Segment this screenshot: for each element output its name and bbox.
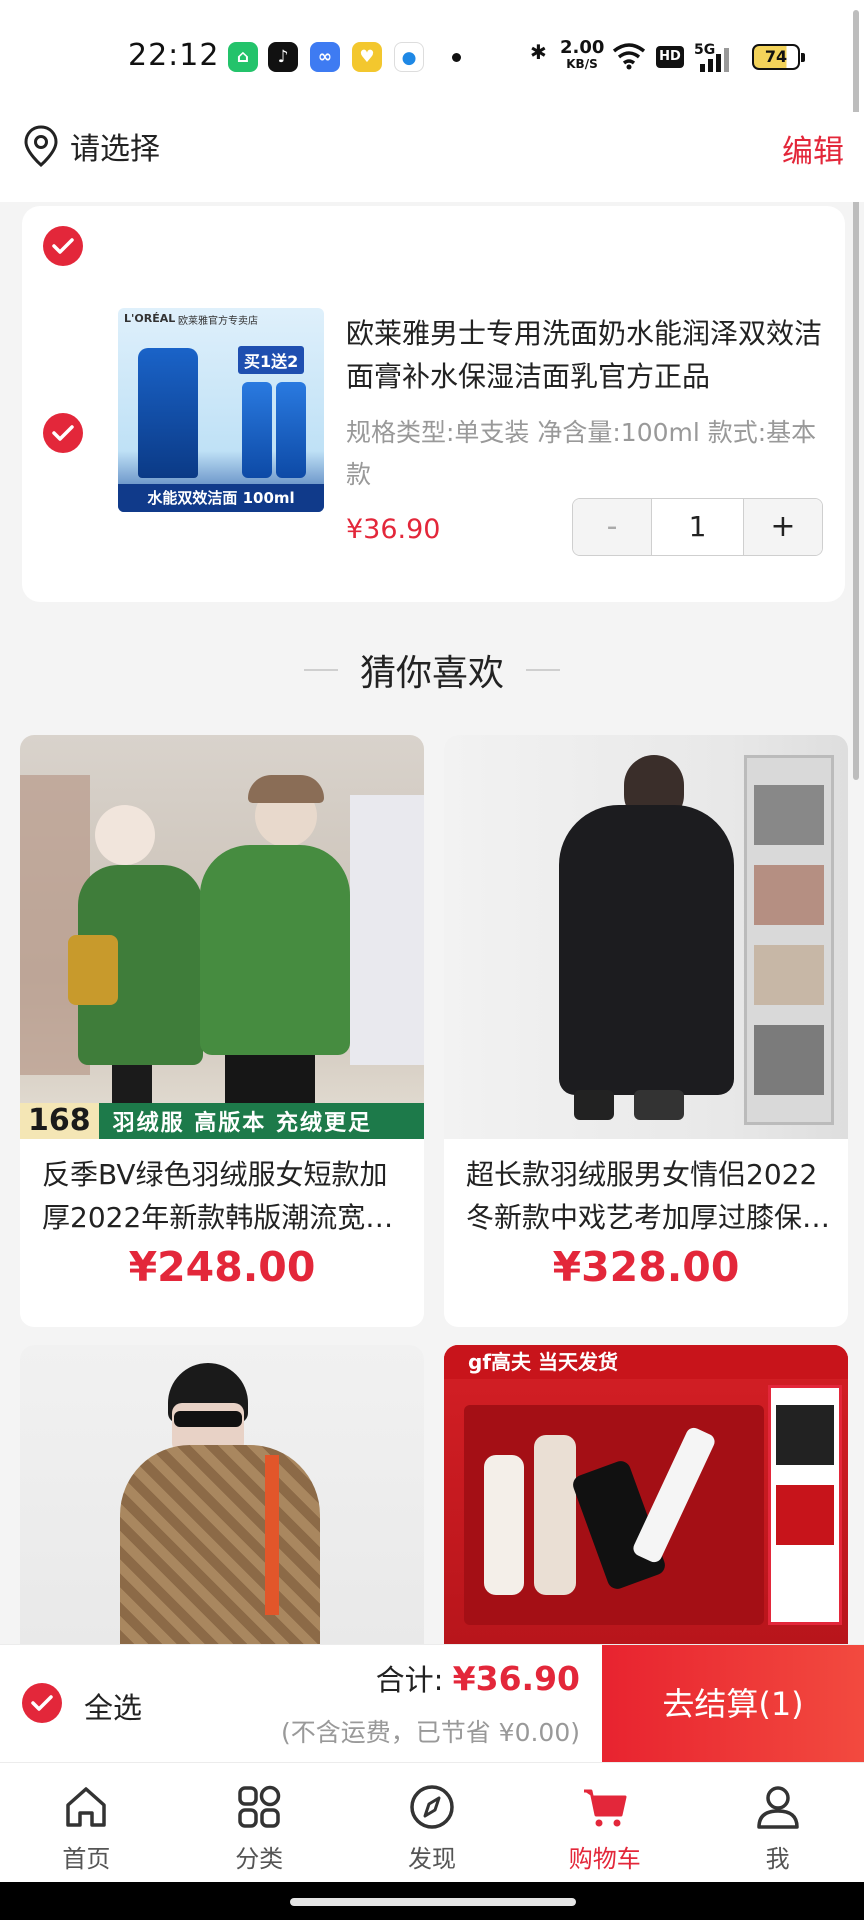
total-label: 合计: [375, 1663, 444, 1697]
check-icon [52, 425, 74, 441]
product-image[interactable]: L'ORÉAL 欧莱雅官方专卖店 买1送2 水能双效洁面 100ml [118, 308, 324, 512]
product-tube-small [242, 382, 272, 478]
select-all-checkbox[interactable] [22, 1683, 62, 1723]
total-amount: ¥36.90 [452, 1659, 580, 1698]
top-header: 请选择 编辑 [0, 112, 864, 202]
check-icon [31, 1695, 53, 1711]
hd-icon: HD [656, 46, 684, 68]
product-image-brand: L'ORÉAL [124, 312, 176, 325]
tab-label: 首页 [62, 1845, 111, 1873]
recommendation-image[interactable] [20, 1345, 424, 1644]
total-line: 合计: ¥36.90 [376, 1657, 580, 1699]
recommendation-card[interactable]: 168 羽绒服 高版本 充绒更足 反季BV绿色羽绒服女短款加厚2022年新款韩版… [20, 735, 424, 1327]
tiktok-icon: ♪ [268, 42, 298, 72]
location-text: 请选择 [70, 132, 160, 167]
recommendation-badge: 168 羽绒服 高版本 充绒更足 [20, 1103, 424, 1139]
select-all-label[interactable]: 全选 [84, 1685, 142, 1727]
app-notification-icon: ⌂ [228, 42, 258, 72]
home-indicator[interactable] [290, 1898, 576, 1906]
checkout-bar: 全选 合计: ¥36.90 (不含运费，已节省 ¥0.00) 去结算(1) [0, 1644, 864, 1763]
store-checkbox[interactable] [43, 226, 83, 266]
bluetooth-icon: ✱ [530, 40, 547, 64]
tab-label: 分类 [235, 1845, 284, 1873]
recommendation-image[interactable] [444, 735, 848, 1139]
quantity-stepper: - 1 + [572, 498, 823, 556]
tab-label: 我 [765, 1845, 790, 1873]
tab-cart[interactable]: 购物车 [518, 1763, 691, 1882]
more-notifications-icon [452, 53, 461, 62]
recommendation-card[interactable]: 超长款羽绒服男女情侣2022冬新款中戏艺考加厚过膝保暖外套 ¥328.00 [444, 735, 848, 1327]
recommendation-name[interactable]: 超长款羽绒服男女情侣2022冬新款中戏艺考加厚过膝保暖外套 [466, 1153, 834, 1239]
product-image-store: 欧莱雅官方专卖店 [178, 316, 258, 327]
divider [303, 669, 338, 671]
tab-home[interactable]: 首页 [0, 1763, 173, 1882]
badge-text: 羽绒服 高版本 充绒更足 [112, 1111, 372, 1136]
recommendation-header: 猜你喜欢 [0, 640, 864, 700]
cart-icon [583, 1789, 627, 1827]
tab-category[interactable]: 分类 [173, 1763, 346, 1882]
tab-label: 购物车 [568, 1845, 641, 1873]
cart-store-card: L'ORÉAL 欧莱雅官方专卖店 买1送2 水能双效洁面 100ml 欧莱雅男士… [22, 206, 845, 602]
product-price: ¥36.90 [346, 514, 441, 545]
network-speed: 2.00 KB/S [560, 37, 605, 72]
home-icon [66, 1787, 107, 1827]
heart-app-icon: ♥ [352, 42, 382, 72]
status-time: 22:12 [128, 38, 220, 73]
product-title[interactable]: 欧莱雅男士专用洗面奶水能润泽双效洁面膏补水保湿洁面乳官方正品 [346, 312, 826, 398]
product-image-promo: 买1送2 [238, 346, 305, 374]
checkout-button[interactable]: 去结算(1) [602, 1645, 864, 1763]
increase-button[interactable]: + [744, 499, 822, 555]
edit-button[interactable]: 编辑 [782, 126, 844, 171]
badge-number: 168 [20, 1103, 99, 1139]
quantity-input[interactable]: 1 [651, 499, 744, 555]
product-tube-large [138, 348, 198, 478]
signal-icon [700, 48, 729, 72]
saving-text: (不含运费，已节省 ¥0.00) [280, 1718, 580, 1747]
decrease-button[interactable]: - [573, 499, 651, 555]
recommendation-card[interactable] [20, 1345, 424, 1644]
item-checkbox[interactable] [43, 413, 83, 453]
promo-banner: gf高夫 当天发货 [444, 1345, 848, 1379]
compass-icon [410, 1785, 454, 1829]
location-selector[interactable]: 请选择 [22, 124, 160, 168]
status-bar: 22:12 ⌂ ♪ ∞ ♥ ● ✱ 2.00 KB/S HD 5G 74 [0, 0, 864, 112]
recommendation-image[interactable]: gf高夫 当天发货 [444, 1345, 848, 1644]
product-tube-small [276, 382, 306, 478]
wifi-icon [612, 43, 646, 70]
gesture-bar [0, 1882, 864, 1920]
recommendation-price: ¥248.00 [128, 1243, 316, 1291]
user-icon [756, 1786, 799, 1829]
bottom-tab-bar: 首页 分类 发现 购物车 我 [0, 1762, 864, 1882]
check-icon [52, 238, 74, 254]
tab-label: 发现 [407, 1845, 456, 1873]
product-image-band: 水能双效洁面 100ml [118, 484, 324, 512]
tab-discover[interactable]: 发现 [346, 1763, 519, 1882]
recommendation-title: 猜你喜欢 [359, 653, 504, 694]
battery-icon: 74 [752, 44, 805, 70]
recommendation-price: ¥328.00 [552, 1243, 740, 1291]
recommendation-card[interactable]: gf高夫 当天发货 [444, 1345, 848, 1644]
grid-icon [238, 1785, 281, 1828]
infinity-app-icon: ∞ [310, 42, 340, 72]
browser-app-icon: ● [394, 42, 424, 72]
tab-me[interactable]: 我 [691, 1763, 864, 1882]
recommendation-image[interactable]: 168 羽绒服 高版本 充绒更足 [20, 735, 424, 1139]
recommendation-name[interactable]: 反季BV绿色羽绒服女短款加厚2022年新款韩版潮流宽松面包服外套 [42, 1153, 410, 1239]
divider [526, 669, 560, 671]
location-pin-icon [24, 125, 58, 167]
product-spec[interactable]: 规格类型:单支装 净含量:100ml 款式:基本款 [346, 412, 826, 496]
